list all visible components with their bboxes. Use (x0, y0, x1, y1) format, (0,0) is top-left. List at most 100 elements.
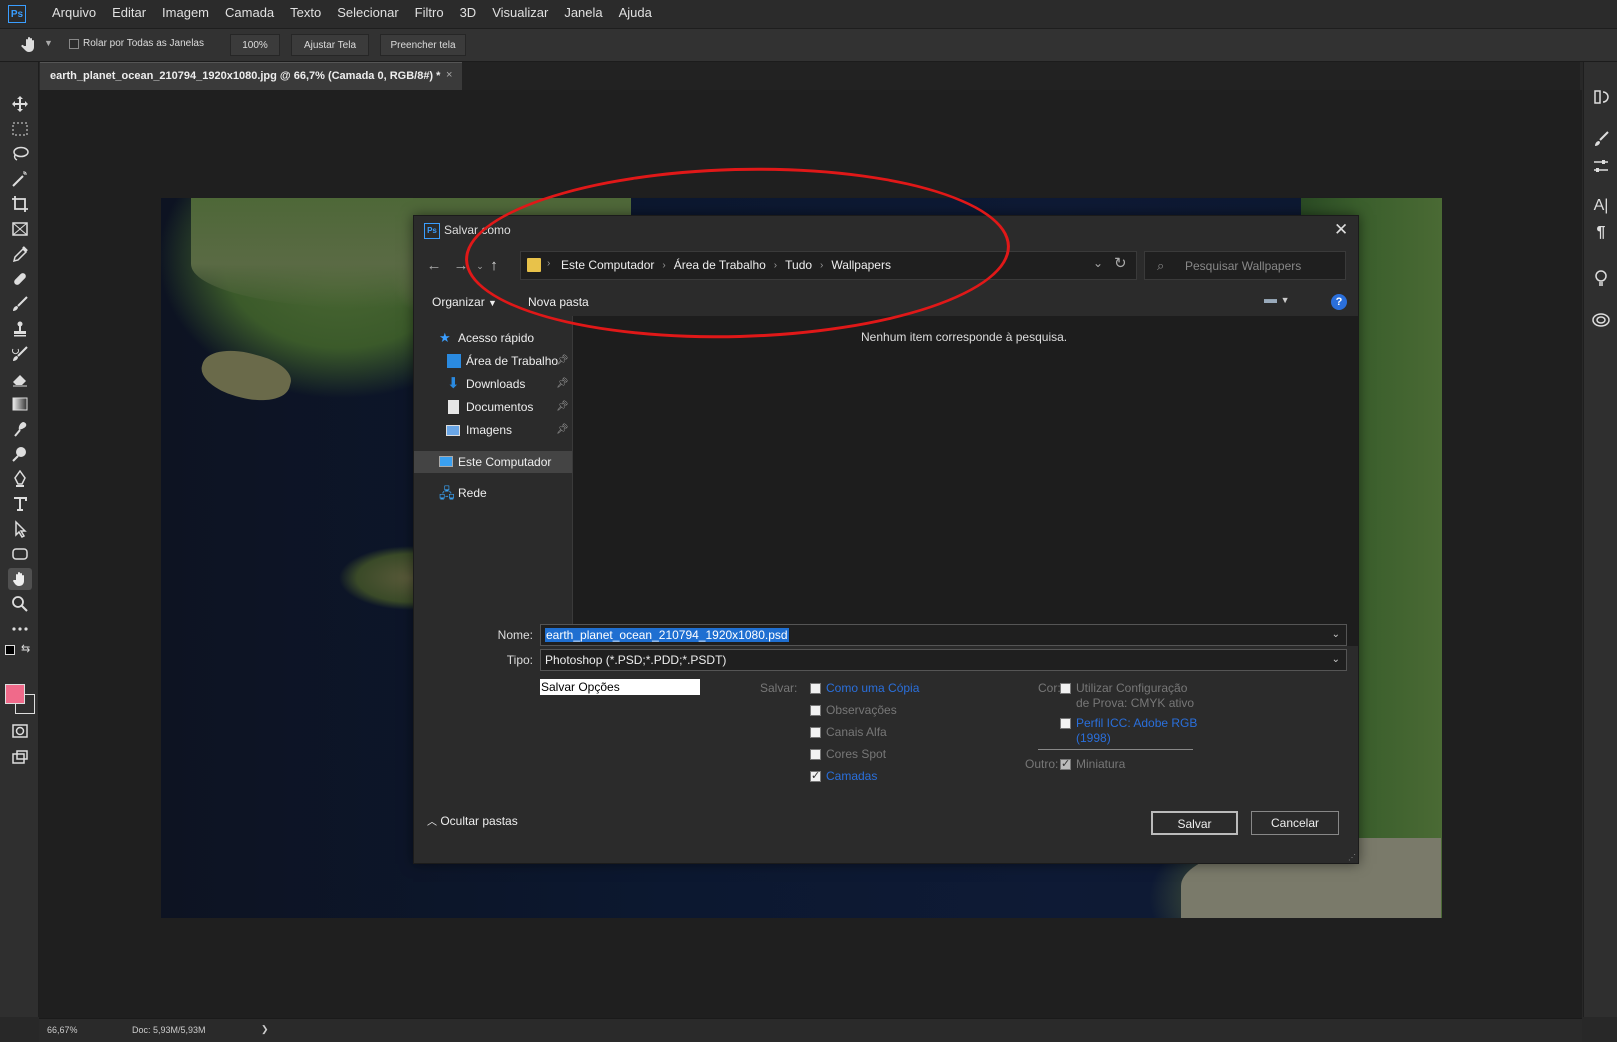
quick-mask-icon[interactable] (8, 720, 32, 742)
main-menu: Arquivo Editar Imagem Camada Texto Selec… (44, 0, 660, 28)
history-panel-icon[interactable] (1590, 86, 1612, 108)
alpha-channels-checkbox[interactable] (810, 727, 821, 738)
menu-3d[interactable]: 3D (452, 0, 485, 28)
path-selection-tool-icon[interactable] (8, 518, 32, 540)
as-copy-checkbox[interactable] (810, 683, 821, 694)
lasso-tool-icon[interactable] (8, 143, 32, 165)
brush-settings-panel-icon[interactable] (1590, 128, 1612, 150)
paragraph-panel-icon[interactable]: ¶ (1590, 222, 1612, 244)
more-tools-icon[interactable] (8, 618, 32, 640)
status-doc-size: Doc: 5,93M/5,93M (132, 1025, 206, 1035)
menu-texto[interactable]: Texto (282, 0, 329, 28)
swap-colors-icon[interactable]: ⇆ (21, 642, 30, 655)
nav-network[interactable]: 🖧︎ Rede (414, 482, 572, 504)
learn-panel-icon[interactable] (1590, 267, 1612, 289)
menu-camada[interactable]: Camada (217, 0, 282, 28)
menu-imagem[interactable]: Imagem (154, 0, 217, 28)
filename-value: earth_planet_ocean_210794_1920x1080.psd (545, 628, 789, 642)
history-brush-tool-icon[interactable] (8, 343, 32, 365)
icc-profile-label[interactable]: Perfil ICC: Adobe RGB (1998) (1076, 716, 1197, 746)
help-icon[interactable]: ? (1331, 294, 1347, 310)
dialog-close-icon[interactable]: ✕ (1334, 220, 1348, 240)
filename-input[interactable]: earth_planet_ocean_210794_1920x1080.psd … (540, 624, 1347, 646)
rectangle-tool-icon[interactable] (8, 543, 32, 565)
eyedropper-tool-icon[interactable] (8, 243, 32, 265)
divider (1038, 749, 1193, 750)
download-arrow-icon: ⬇ (447, 375, 460, 392)
menu-bar: Ps Arquivo Editar Imagem Camada Texto Se… (0, 0, 1617, 29)
nav-documents[interactable]: Documentos 📌︎ (414, 396, 572, 418)
type-tool-icon[interactable] (8, 493, 32, 515)
crop-tool-icon[interactable] (8, 193, 32, 215)
fill-screen-button[interactable]: Preencher tela (380, 34, 466, 56)
menu-filtro[interactable]: Filtro (407, 0, 452, 28)
smudge-tool-icon[interactable] (8, 418, 32, 440)
preset-chevron-down-icon[interactable]: ▼ (44, 38, 53, 48)
character-panel-icon[interactable]: A| (1590, 195, 1612, 217)
marquee-tool-icon[interactable] (8, 118, 32, 140)
hand-tool-preset-icon[interactable] (20, 35, 40, 58)
dodge-tool-icon[interactable] (8, 443, 32, 465)
layers-checkbox[interactable] (810, 769, 821, 782)
nav-this-pc[interactable]: Este Computador (414, 451, 572, 473)
gradient-tool-icon[interactable] (8, 393, 32, 415)
thumbnail-checkbox[interactable] (1060, 757, 1071, 770)
organize-button[interactable]: Organizar ▼ (432, 295, 497, 309)
spot-colors-checkbox[interactable] (810, 749, 821, 760)
save-button[interactable]: Salvar (1151, 811, 1238, 835)
notes-label: Observações (826, 703, 897, 717)
menu-visualizar[interactable]: Visualizar (484, 0, 556, 28)
refresh-icon[interactable]: ↻ (1114, 254, 1127, 272)
menu-janela[interactable]: Janela (556, 0, 610, 28)
foreground-color-swatch[interactable] (5, 684, 25, 704)
proof-setup-checkbox[interactable] (1060, 683, 1071, 694)
document-tab-close-icon[interactable]: × (446, 62, 452, 88)
libraries-panel-icon[interactable] (1590, 308, 1612, 330)
hide-folders-button[interactable]: ︿ Ocultar pastas (427, 813, 518, 828)
notes-checkbox[interactable] (810, 705, 821, 716)
eraser-tool-icon[interactable] (8, 368, 32, 390)
menu-editar[interactable]: Editar (104, 0, 154, 28)
magic-wand-tool-icon[interactable] (8, 168, 32, 190)
back-arrow-icon[interactable]: ← (423, 255, 445, 277)
zoom-tool-icon[interactable] (8, 593, 32, 615)
address-dropdown-chevron-icon[interactable]: ⌄ (1093, 256, 1103, 270)
file-list[interactable] (573, 316, 1358, 646)
scroll-all-checkbox[interactable] (69, 39, 79, 49)
status-menu-arrow-icon[interactable]: ❯ (261, 1024, 269, 1035)
resize-grip-icon[interactable]: ⋰ (1348, 853, 1356, 862)
cancel-button[interactable]: Cancelar (1251, 811, 1339, 835)
menu-ajuda[interactable]: Ajuda (611, 0, 660, 28)
healing-brush-tool-icon[interactable] (8, 268, 32, 290)
fit-screen-button[interactable]: Ajustar Tela (291, 34, 369, 56)
nav-downloads[interactable]: ⬇ Downloads 📌︎ (414, 373, 572, 395)
as-copy-label[interactable]: Como uma Cópia (826, 681, 919, 695)
brush-tool-icon[interactable] (8, 293, 32, 315)
status-zoom[interactable]: 66,67% (47, 1025, 78, 1035)
zoom-100-button[interactable]: 100% (230, 34, 280, 56)
layers-label[interactable]: Camadas (826, 769, 877, 783)
adjustments-panel-icon[interactable] (1590, 155, 1612, 177)
document-tab[interactable]: earth_planet_ocean_210794_1920x1080.jpg … (40, 62, 462, 90)
search-input[interactable]: ⌕ Pesquisar Wallpapers (1144, 251, 1346, 280)
frame-tool-icon[interactable] (8, 218, 32, 240)
file-type-chevron-icon[interactable]: ⌄ (1332, 650, 1340, 670)
file-type-select[interactable]: Photoshop (*.PSD;*.PDD;*.PSDT) ⌄ (540, 649, 1347, 671)
clone-stamp-tool-icon[interactable] (8, 318, 32, 340)
nav-quick-access[interactable]: ★ Acesso rápido (414, 327, 572, 349)
menu-selecionar[interactable]: Selecionar (329, 0, 406, 28)
icc-profile-checkbox[interactable] (1060, 718, 1071, 729)
menu-arquivo[interactable]: Arquivo (44, 0, 104, 28)
hand-tool-icon[interactable] (8, 568, 32, 590)
pen-tool-icon[interactable] (8, 468, 32, 490)
navigation-pane: ★ Acesso rápido Área de Trabalho 📌︎ ⬇ Do… (414, 316, 573, 646)
pin-icon: 📌︎ (556, 378, 569, 389)
nav-desktop[interactable]: Área de Trabalho 📌︎ (414, 350, 572, 372)
save-options-heading: Salvar Opções (540, 679, 700, 695)
view-options-icon[interactable]: ▬ ▼ (1264, 291, 1290, 306)
screen-mode-icon[interactable] (8, 746, 32, 768)
move-tool-icon[interactable] (8, 93, 32, 115)
nav-images[interactable]: Imagens 📌︎ (414, 419, 572, 441)
default-colors-icon[interactable] (5, 645, 15, 655)
filename-dropdown-chevron-icon[interactable]: ⌄ (1332, 625, 1340, 645)
